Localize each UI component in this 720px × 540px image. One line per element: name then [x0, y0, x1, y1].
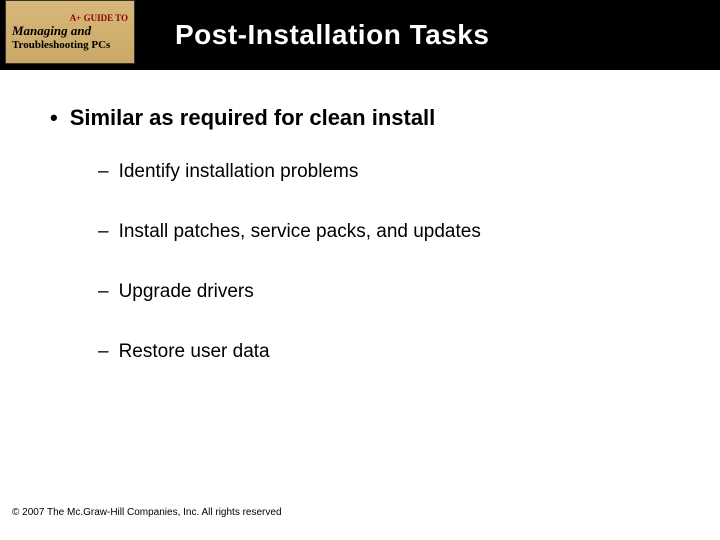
sub-list: – Identify installation problems – Insta… — [98, 161, 680, 363]
sub-item: – Install patches, service packs, and up… — [98, 221, 680, 243]
sub-item: – Upgrade drivers — [98, 281, 680, 303]
badge-top-text: A+ GUIDE TO — [12, 13, 128, 23]
dash-icon: – — [98, 281, 109, 303]
slide-title: Post-Installation Tasks — [175, 19, 489, 51]
dash-icon: – — [98, 161, 109, 183]
dash-icon: – — [98, 221, 109, 243]
book-cover-badge: A+ GUIDE TO Managing and Troubleshooting… — [5, 0, 135, 64]
bullet-dot-icon: • — [50, 105, 58, 131]
sub-item-text: Install patches, service packs, and upda… — [119, 221, 481, 243]
dash-icon: – — [98, 341, 109, 363]
main-bullet-text: Similar as required for clean install — [70, 105, 436, 131]
sub-item-text: Identify installation problems — [119, 161, 359, 183]
sub-item: – Identify installation problems — [98, 161, 680, 183]
sub-item-text: Restore user data — [119, 341, 270, 363]
main-bullet: • Similar as required for clean install — [50, 105, 680, 131]
copyright-footer: © 2007 The Mc.Graw-Hill Companies, Inc. … — [12, 507, 282, 518]
sub-item: – Restore user data — [98, 341, 680, 363]
badge-line2: Troubleshooting PCs — [12, 39, 128, 51]
badge-line1: Managing and — [12, 24, 128, 38]
sub-item-text: Upgrade drivers — [119, 281, 254, 303]
slide-content: • Similar as required for clean install … — [0, 70, 720, 363]
header-bar: A+ GUIDE TO Managing and Troubleshooting… — [0, 0, 720, 70]
